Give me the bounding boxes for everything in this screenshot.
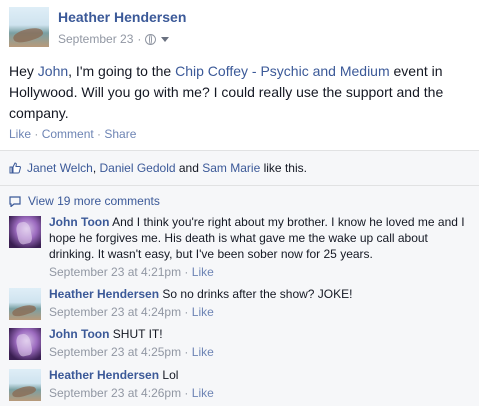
comment-like-link[interactable]: Like (192, 305, 214, 319)
comment-time[interactable]: September 23 at 4:21pm (49, 265, 181, 279)
action-separator: · (93, 127, 105, 141)
meta-separator: · (181, 345, 192, 359)
comment-like-link[interactable]: Like (192, 345, 214, 359)
comment-time[interactable]: September 23 at 4:24pm (49, 305, 181, 319)
liker-name[interactable]: Daniel Gedold (99, 161, 175, 175)
globe-icon[interactable] (145, 33, 157, 45)
likes-and: and (175, 161, 203, 175)
comment-like-link[interactable]: Like (192, 265, 214, 279)
comment-text: SHUT IT! (112, 327, 163, 341)
avatar[interactable] (9, 328, 41, 360)
divider (0, 185, 479, 186)
post-text: Hey John, I'm going to the Chip Coffey -… (9, 61, 469, 124)
comment-author[interactable]: Heather Hendersen (49, 287, 159, 301)
comment-body: John Toon And I think you're right about… (49, 214, 469, 280)
comment-like-link[interactable]: Like (192, 386, 214, 400)
thumbs-up-icon (9, 162, 21, 174)
avatar[interactable] (9, 369, 41, 401)
author-avatar[interactable] (9, 7, 49, 47)
liker-name[interactable]: Janet Welch (27, 161, 93, 175)
comment-bubble-icon (9, 195, 21, 208)
liker-name[interactable]: Sam Marie (202, 161, 260, 175)
meta-separator: · (181, 265, 192, 279)
comment-meta: September 23 at 4:21pm · Like (49, 264, 469, 280)
comment-meta: September 23 at 4:24pm · Like (49, 304, 469, 320)
post-date[interactable]: September 23 (58, 32, 133, 46)
post-author-name[interactable]: Heather Hendersen (58, 9, 186, 25)
meta-separator: · (137, 32, 142, 46)
comment-link[interactable]: Comment (42, 127, 94, 141)
comment-time[interactable]: September 23 at 4:26pm (49, 386, 181, 400)
view-more-label: View 19 more comments (28, 194, 160, 208)
view-more-comments[interactable]: View 19 more comments (9, 194, 160, 208)
like-link[interactable]: Like (9, 127, 31, 141)
post-text-part: , I'm going to the (68, 63, 176, 79)
tag-john[interactable]: John (38, 63, 68, 79)
comment-body: Heather Hendersen So no drinks after the… (49, 286, 469, 320)
post-meta: September 23 · (58, 32, 170, 46)
comment-meta: September 23 at 4:25pm · Like (49, 344, 469, 360)
tag-event-page[interactable]: Chip Coffey - Psychic and Medium (175, 63, 390, 79)
post-actions: Like · Comment · Share (9, 127, 136, 141)
comment-author[interactable]: John Toon (49, 327, 109, 341)
meta-separator: · (181, 386, 192, 400)
comment-text: Lol (162, 368, 179, 382)
avatar[interactable] (9, 216, 41, 248)
comment-author[interactable]: John Toon (49, 215, 109, 229)
meta-separator: · (181, 305, 192, 319)
likes-summary: Janet Welch, Daniel Gedold and Sam Marie… (9, 161, 307, 175)
avatar[interactable] (9, 288, 41, 320)
share-link[interactable]: Share (104, 127, 136, 141)
likes-suffix: like this. (260, 161, 307, 175)
post-text-part: Hey (9, 63, 38, 79)
action-separator: · (31, 127, 42, 141)
comment-text: And I think you're right about my brothe… (49, 215, 465, 261)
comment-body: Heather Hendersen Lol September 23 at 4:… (49, 367, 469, 401)
comment-meta: September 23 at 4:26pm · Like (49, 385, 469, 401)
post-header: Heather Hendersen September 23 · (9, 7, 469, 49)
comment-text: So no drinks after the show? JOKE! (162, 287, 353, 301)
likes-text: Janet Welch, Daniel Gedold and Sam Marie… (27, 161, 307, 175)
comment-author[interactable]: Heather Hendersen (49, 368, 159, 382)
comment-time[interactable]: September 23 at 4:25pm (49, 345, 181, 359)
chevron-down-icon[interactable] (161, 36, 170, 42)
comment-body: John Toon SHUT IT! September 23 at 4:25p… (49, 326, 469, 360)
